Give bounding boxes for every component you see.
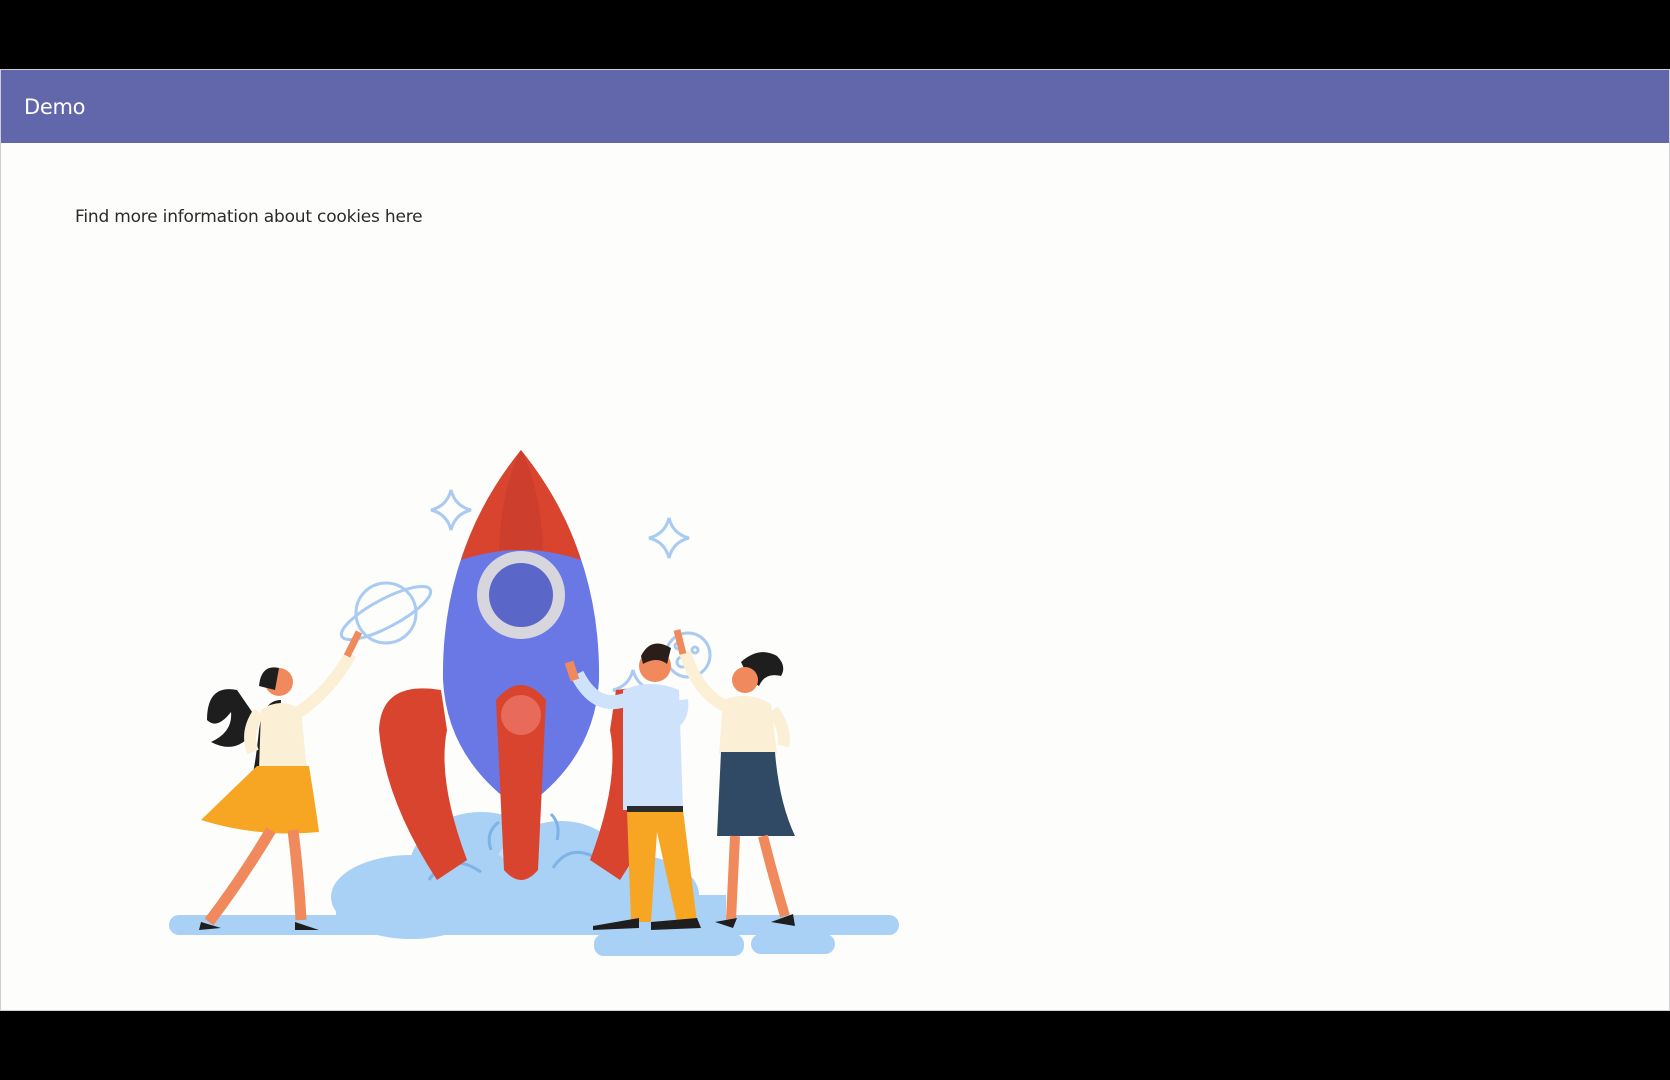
app-title: Demo <box>24 94 86 119</box>
rocket-launch-illustration <box>169 450 899 956</box>
cookie-info-link[interactable]: Find more information about cookies here <box>75 207 423 227</box>
letterbox-top <box>0 0 1670 69</box>
app-header: Demo <box>1 70 1669 143</box>
planet-icon <box>339 581 433 645</box>
letterbox-bottom <box>0 1011 1670 1080</box>
app-window: Demo Find more information about cookies… <box>0 69 1670 1011</box>
